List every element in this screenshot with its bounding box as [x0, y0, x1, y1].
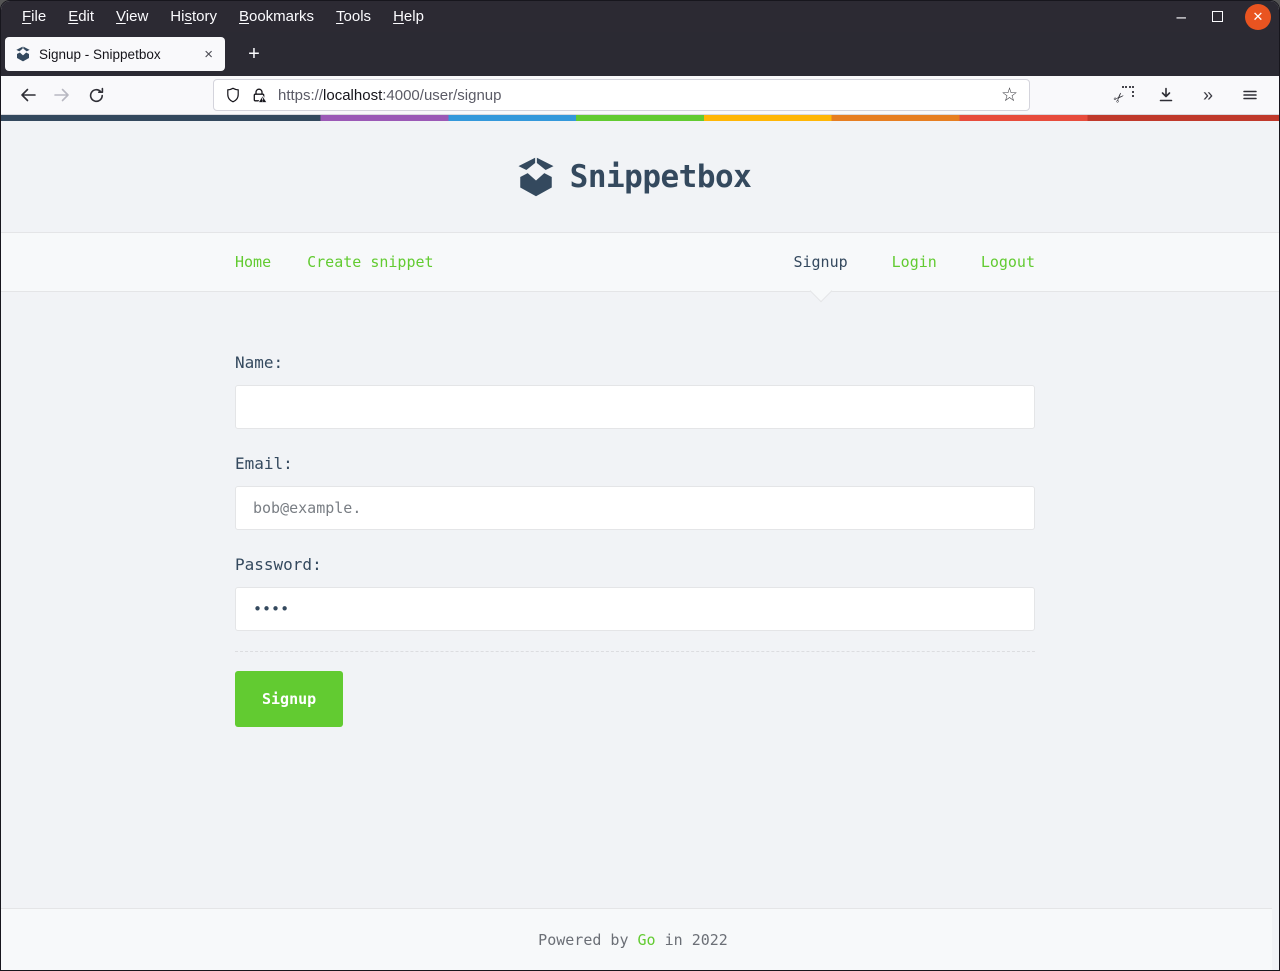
menu-bar: File Edit View History Bookmarks Tools H… [1, 1, 1279, 32]
navigation-toolbar: https://localhost:4000/user/signup ☆ ✂ » [1, 76, 1279, 115]
insecure-lock-icon[interactable] [251, 87, 268, 103]
back-button[interactable] [11, 80, 45, 110]
new-tab-button[interactable]: + [239, 39, 269, 69]
signup-form: Name: Email: Password: Signup [235, 292, 1035, 727]
maximize-button[interactable] [1212, 11, 1223, 22]
email-label: Email: [235, 454, 293, 473]
site-nav: Home Create snippet Signup Login Logout [1, 232, 1279, 292]
menu-tools[interactable]: Tools [325, 8, 382, 25]
minimize-button[interactable]: – [1173, 8, 1190, 25]
url-host: localhost [323, 86, 383, 104]
scissors-icon: ✂ [1109, 86, 1134, 107]
site-footer: Powered by Go in 2022 [1, 908, 1272, 970]
toolbar-right-icons: ✂ » [1107, 80, 1269, 110]
favicon-snippetbox-icon [15, 46, 31, 62]
menu-view[interactable]: View [105, 8, 159, 25]
site-header[interactable]: Snippetbox [1, 121, 1272, 232]
footer-go-link[interactable]: Go [638, 931, 656, 949]
hamburger-menu-icon [1243, 90, 1257, 100]
tab-title: Signup - Snippetbox [39, 46, 161, 62]
password-label: Password: [235, 555, 322, 574]
forward-arrow-icon [54, 88, 69, 102]
tracking-shield-icon[interactable] [225, 87, 241, 103]
url-bar[interactable]: https://localhost:4000/user/signup ☆ [213, 79, 1030, 111]
app-menu-button[interactable] [1233, 80, 1267, 110]
menu-file[interactable]: File [11, 8, 57, 25]
forward-button[interactable] [45, 80, 79, 110]
snippetbox-page: Snippetbox Home Create snippet Signup Lo… [1, 121, 1279, 970]
nav-link-create-snippet[interactable]: Create snippet [307, 253, 433, 271]
reload-button[interactable] [79, 80, 113, 110]
download-icon [1159, 87, 1173, 102]
toolbar-overflow-button[interactable]: » [1191, 80, 1225, 110]
downloads-button[interactable] [1149, 80, 1183, 110]
nav-right: Signup Login Logout [793, 253, 1035, 271]
screenshot-tool-button[interactable]: ✂ [1107, 80, 1141, 110]
nav-link-signup-active[interactable]: Signup [793, 253, 847, 271]
back-arrow-icon [21, 88, 36, 102]
menu-help[interactable]: Help [382, 8, 435, 25]
nav-link-logout[interactable]: Logout [981, 253, 1035, 271]
url-text: https://localhost:4000/user/signup [278, 86, 502, 104]
email-input[interactable] [235, 486, 1035, 530]
browser-window: File Edit View History Bookmarks Tools H… [0, 0, 1280, 971]
main-content: Name: Email: Password: Signup [1, 292, 1279, 908]
menu-bookmarks[interactable]: Bookmarks [228, 8, 325, 25]
reload-icon [89, 87, 103, 102]
snippetbox-logo-icon [515, 156, 557, 198]
dashed-separator [235, 651, 1035, 652]
password-input[interactable] [235, 587, 1035, 631]
menu-history[interactable]: History [159, 8, 228, 25]
nav-link-home[interactable]: Home [235, 253, 271, 271]
menu-edit[interactable]: Edit [57, 8, 105, 25]
nav-link-login[interactable]: Login [892, 253, 937, 271]
page-title: Snippetbox [569, 158, 752, 195]
tab-bar: Signup - Snippetbox × + [1, 32, 1279, 76]
tab-close-icon[interactable]: × [200, 46, 217, 63]
bookmark-star-icon[interactable]: ☆ [1001, 86, 1018, 105]
name-label: Name: [235, 353, 284, 372]
signup-submit-button[interactable]: Signup [235, 671, 344, 727]
window-controls: – ✕ [1173, 3, 1279, 30]
nav-left: Home Create snippet [235, 253, 434, 271]
name-input[interactable] [235, 385, 1035, 429]
close-window-button[interactable]: ✕ [1245, 3, 1271, 30]
tab-signup-snippetbox[interactable]: Signup - Snippetbox × [5, 37, 225, 71]
